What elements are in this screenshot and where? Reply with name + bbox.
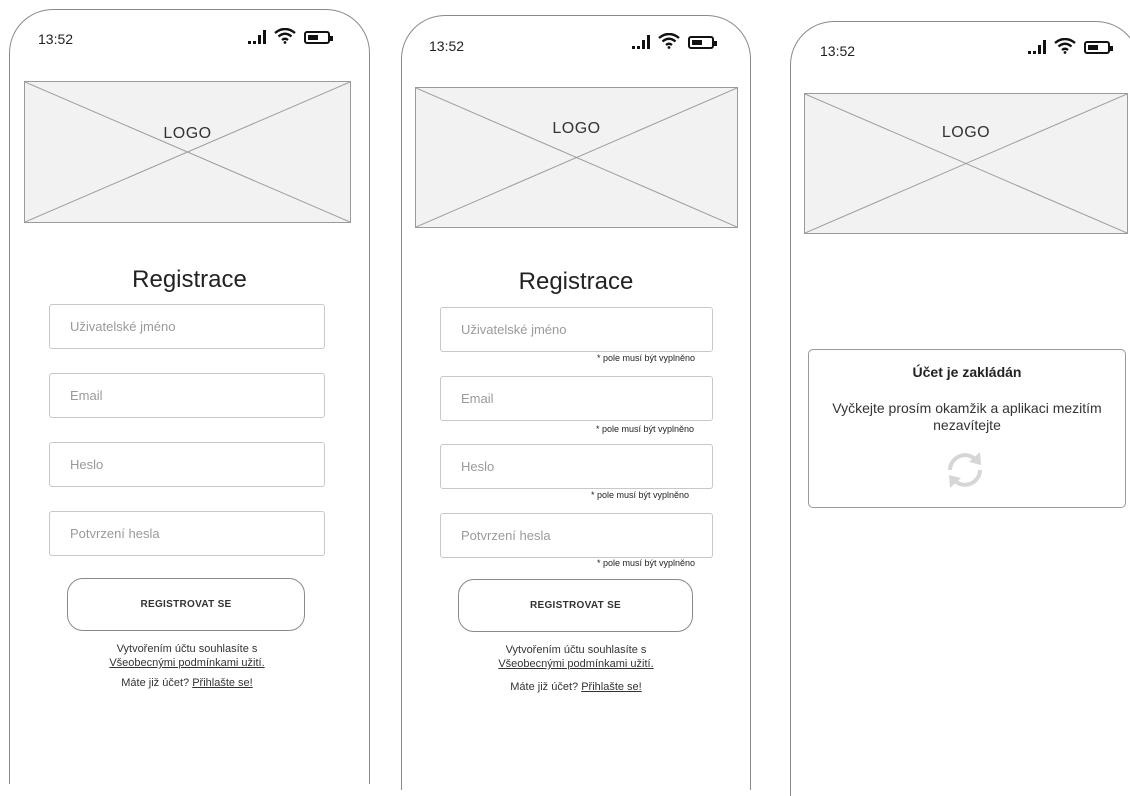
login-prompt: Máte již účet? Přihlašte se!	[402, 681, 750, 693]
dialog-message: Vyčkejte prosím okamžik a aplikaci mezit…	[832, 400, 1102, 433]
phone-screen-registration: 13:52 LOGO Registrace REGISTROVAT SE Vyt…	[9, 9, 370, 784]
dialog-title: Účet je zakládán	[912, 364, 1022, 380]
username-field[interactable]	[440, 307, 713, 352]
email-field[interactable]	[49, 373, 325, 418]
status-time: 13:52	[38, 31, 74, 47]
login-question: Máte již účet?	[121, 677, 190, 689]
signal-icon	[632, 33, 650, 49]
phone-screen-account-creating: 13:52 LOGO Účet je zakládán Vyčkejte pro…	[790, 21, 1130, 796]
register-button[interactable]: REGISTROVAT SE	[458, 579, 693, 632]
terms-text: Vytvořením účtu souhlasíte s Všeobecnými…	[10, 642, 364, 670]
login-prompt: Máte již účet? Přihlašte se!	[10, 677, 364, 689]
terms-line: Vytvořením účtu souhlasíte s	[505, 644, 647, 656]
wifi-icon	[274, 28, 296, 44]
terms-link[interactable]: Všeobecnými podmínkami užití.	[109, 657, 264, 669]
wifi-icon	[1054, 38, 1076, 54]
login-link[interactable]: Přihlašte se!	[192, 677, 253, 689]
logo-text: LOGO	[941, 124, 991, 141]
refresh-icon	[948, 452, 982, 488]
register-button[interactable]: REGISTROVAT SE	[67, 578, 305, 631]
status-time: 13:52	[820, 43, 856, 59]
terms-text: Vytvořením účtu souhlasíte s Všeobecnými…	[402, 643, 750, 671]
signal-icon	[248, 28, 266, 44]
logo-text: LOGO	[552, 120, 601, 137]
terms-line: Vytvořením účtu souhlasíte s	[116, 643, 258, 655]
terms-link[interactable]: Všeobecnými podmínkami užití.	[498, 658, 653, 670]
status-time: 13:52	[429, 38, 465, 54]
required-note: * pole musí být vyplněno	[597, 353, 696, 363]
status-icons	[632, 33, 717, 49]
username-field[interactable]	[49, 304, 325, 349]
required-note: * pole musí být vyplněno	[591, 490, 690, 500]
page-title: Registrace	[132, 266, 247, 293]
loading-dialog: Účet je zakládán Vyčkejte prosím okamžik…	[808, 349, 1126, 508]
logo-placeholder: LOGO	[804, 93, 1128, 234]
status-icons	[1028, 38, 1113, 54]
required-note: * pole musí být vyplněno	[596, 424, 695, 434]
wifi-icon	[658, 33, 680, 49]
password-field[interactable]	[440, 444, 713, 489]
status-icons	[248, 28, 333, 44]
required-note: * pole musí být vyplněno	[597, 558, 696, 568]
battery-icon	[304, 31, 333, 44]
phone-screen-registration-validation: 13:52 LOGO Registrace * pole musí být vy…	[401, 15, 751, 790]
email-field[interactable]	[440, 376, 713, 421]
password-confirm-field[interactable]	[440, 513, 713, 558]
page-title: Registrace	[518, 268, 634, 295]
logo-placeholder: LOGO	[24, 81, 351, 223]
password-confirm-field[interactable]	[49, 511, 325, 556]
logo-text: LOGO	[163, 125, 212, 142]
login-link[interactable]: Přihlašte se!	[581, 681, 642, 693]
password-field[interactable]	[49, 442, 325, 487]
signal-icon	[1028, 38, 1046, 54]
battery-icon	[1084, 41, 1113, 54]
logo-placeholder: LOGO	[415, 87, 738, 228]
login-question: Máte již účet?	[510, 681, 579, 693]
battery-icon	[688, 36, 717, 49]
